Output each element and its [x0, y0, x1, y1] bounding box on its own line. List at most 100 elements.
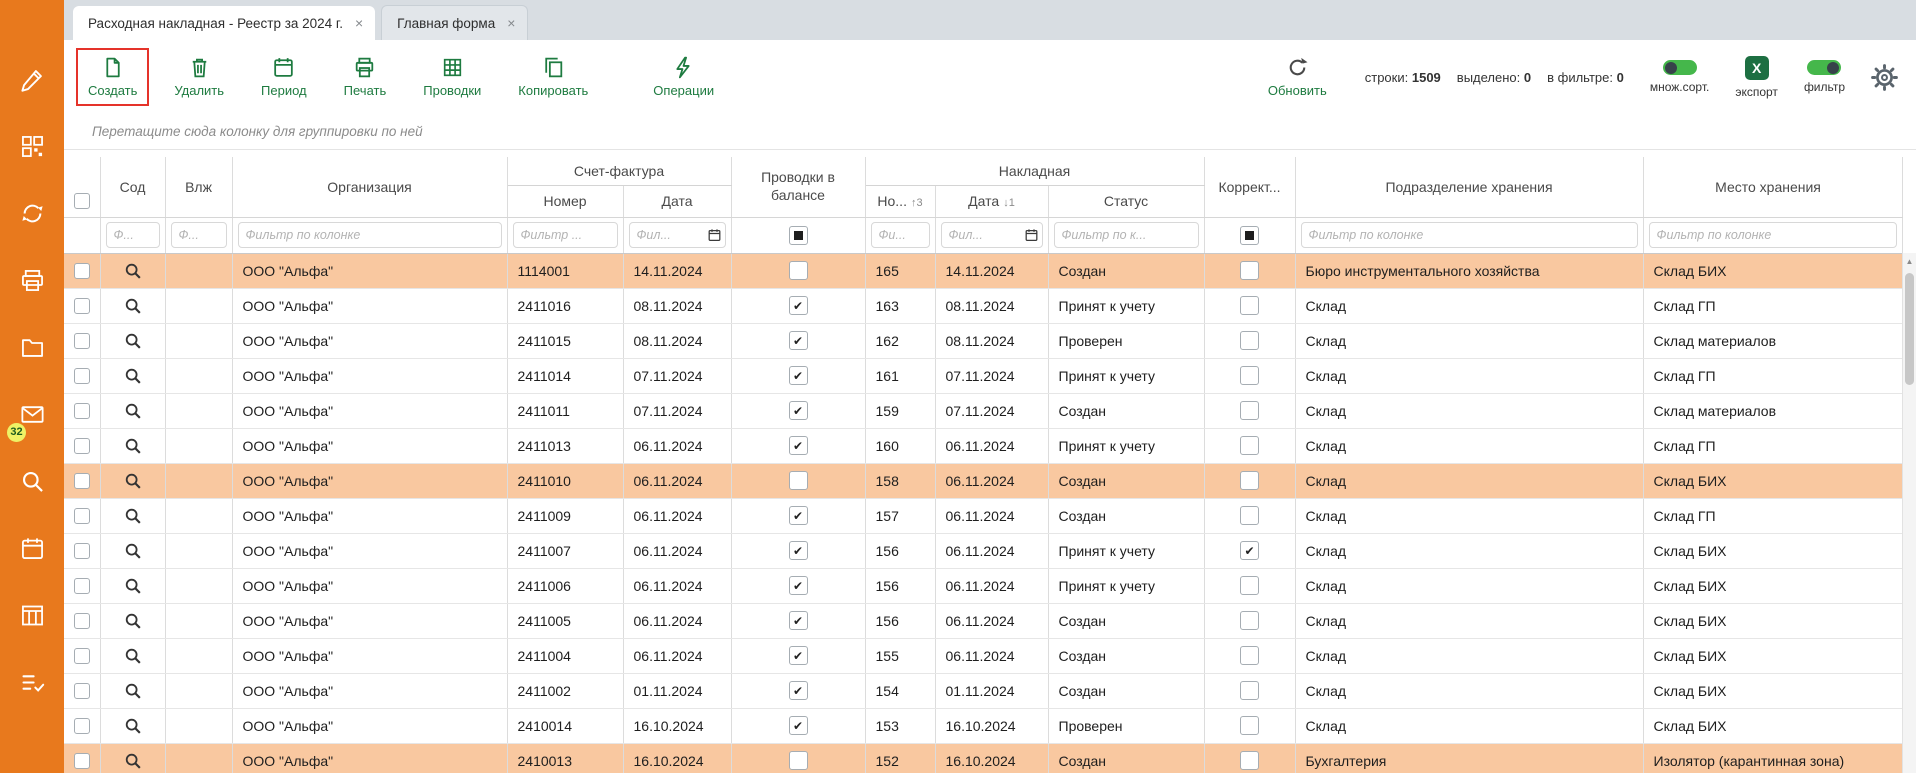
magnifier-icon[interactable] — [124, 717, 142, 735]
row-select-cell[interactable] — [64, 603, 100, 638]
row-select-cell[interactable] — [64, 533, 100, 568]
row-balance-cell[interactable]: ✔ — [731, 603, 865, 638]
row-select-checkbox[interactable] — [74, 263, 90, 279]
magnifier-icon[interactable] — [124, 577, 142, 595]
balance-checkbox[interactable]: ✔ — [789, 716, 808, 735]
row-balance-cell[interactable] — [731, 743, 865, 773]
delete-button[interactable]: Удалить — [162, 48, 236, 106]
filter-organization-input[interactable] — [238, 222, 502, 248]
filter-vlj-input[interactable] — [171, 222, 227, 248]
export-widget[interactable]: X экспорт — [1735, 56, 1778, 99]
copy-button[interactable]: Копировать — [506, 48, 600, 106]
correction-checkbox[interactable] — [1240, 471, 1259, 490]
magnifier-icon[interactable] — [124, 507, 142, 525]
row-correction-cell[interactable] — [1204, 743, 1295, 773]
tab-invoice-registry[interactable]: Расходная накладная - Реестр за 2024 г. … — [73, 6, 375, 40]
row-correction-cell[interactable] — [1204, 498, 1295, 533]
table-row[interactable]: ООО "Альфа" 2411014 07.11.2024 ✔ 161 07.… — [64, 358, 1902, 393]
row-balance-cell[interactable]: ✔ — [731, 708, 865, 743]
magnifier-icon[interactable] — [124, 262, 142, 280]
magnifier-icon[interactable] — [124, 437, 142, 455]
row-select-checkbox[interactable] — [74, 648, 90, 664]
group-by-panel[interactable]: Перетащите сюда колонку для группировки … — [64, 114, 1916, 150]
row-open-cell[interactable] — [100, 568, 165, 603]
column-header-status[interactable]: Статус — [1048, 185, 1204, 217]
filter-waybill-number-input[interactable] — [871, 222, 930, 248]
scroll-up-icon[interactable]: ▲ — [1903, 253, 1916, 266]
correction-checkbox[interactable] — [1240, 646, 1259, 665]
row-open-cell[interactable] — [100, 393, 165, 428]
row-correction-cell[interactable] — [1204, 708, 1295, 743]
row-open-cell[interactable] — [100, 358, 165, 393]
row-select-cell[interactable] — [64, 358, 100, 393]
close-icon[interactable]: × — [507, 16, 515, 30]
table-row[interactable]: ООО "Альфа" 2411007 06.11.2024 ✔ 156 06.… — [64, 533, 1902, 568]
row-correction-cell[interactable] — [1204, 358, 1295, 393]
table-row[interactable]: ООО "Альфа" 2411016 08.11.2024 ✔ 163 08.… — [64, 288, 1902, 323]
row-select-checkbox[interactable] — [74, 613, 90, 629]
row-correction-cell[interactable] — [1204, 463, 1295, 498]
row-correction-cell[interactable] — [1204, 428, 1295, 463]
close-icon[interactable]: × — [355, 16, 363, 30]
row-select-checkbox[interactable] — [74, 718, 90, 734]
row-balance-cell[interactable]: ✔ — [731, 673, 865, 708]
sidebar-item-mail[interactable]: 32 — [0, 381, 64, 448]
magnifier-icon[interactable] — [124, 647, 142, 665]
table-row[interactable]: ООО "Альфа" 1114001 14.11.2024 165 14.11… — [64, 253, 1902, 288]
column-header-sod[interactable]: Сод — [100, 157, 165, 217]
row-select-checkbox[interactable] — [74, 403, 90, 419]
magnifier-icon[interactable] — [124, 542, 142, 560]
balance-checkbox[interactable]: ✔ — [789, 576, 808, 595]
row-open-cell[interactable] — [100, 498, 165, 533]
correction-filter-checkbox[interactable] — [1240, 226, 1259, 245]
column-header-organization[interactable]: Организация — [232, 157, 507, 217]
balance-checkbox[interactable]: ✔ — [789, 296, 808, 315]
calendar-icon[interactable] — [1024, 228, 1039, 243]
row-select-checkbox[interactable] — [74, 473, 90, 489]
row-select-cell[interactable] — [64, 498, 100, 533]
balance-filter-checkbox[interactable] — [789, 226, 808, 245]
sidebar-item-calendar[interactable] — [0, 515, 64, 582]
multisort-widget[interactable]: множ.сорт. — [1650, 60, 1710, 94]
magnifier-icon[interactable] — [124, 752, 142, 770]
filter-widget[interactable]: фильтр — [1804, 60, 1845, 94]
row-select-cell[interactable] — [64, 463, 100, 498]
row-open-cell[interactable] — [100, 323, 165, 358]
row-open-cell[interactable] — [100, 428, 165, 463]
row-correction-cell[interactable] — [1204, 603, 1295, 638]
row-select-cell[interactable] — [64, 288, 100, 323]
row-open-cell[interactable] — [100, 463, 165, 498]
scrollbar-thumb[interactable] — [1905, 273, 1914, 385]
select-all-checkbox[interactable] — [74, 193, 90, 209]
row-select-checkbox[interactable] — [74, 333, 90, 349]
row-select-cell[interactable] — [64, 323, 100, 358]
row-correction-cell[interactable] — [1204, 673, 1295, 708]
correction-checkbox[interactable] — [1240, 436, 1259, 455]
row-open-cell[interactable] — [100, 253, 165, 288]
table-row[interactable]: ООО "Альфа" 2410014 16.10.2024 ✔ 153 16.… — [64, 708, 1902, 743]
column-header-correction[interactable]: Коррект... — [1204, 157, 1295, 217]
row-open-cell[interactable] — [100, 288, 165, 323]
table-row[interactable]: ООО "Альфа" 2411015 08.11.2024 ✔ 162 08.… — [64, 323, 1902, 358]
row-select-cell[interactable] — [64, 253, 100, 288]
balance-checkbox[interactable] — [789, 261, 808, 280]
table-row[interactable]: ООО "Альфа" 2411010 06.11.2024 158 06.11… — [64, 463, 1902, 498]
sidebar-item-sync[interactable] — [0, 180, 64, 247]
correction-checkbox[interactable] — [1240, 751, 1259, 770]
row-open-cell[interactable] — [100, 743, 165, 773]
row-correction-cell[interactable] — [1204, 568, 1295, 603]
column-header-waybill-number[interactable]: Но...↑3 — [865, 185, 935, 217]
row-open-cell[interactable] — [100, 673, 165, 708]
balance-checkbox[interactable]: ✔ — [789, 401, 808, 420]
multisort-toggle[interactable] — [1663, 60, 1697, 75]
magnifier-icon[interactable] — [124, 472, 142, 490]
row-open-cell[interactable] — [100, 603, 165, 638]
balance-checkbox[interactable]: ✔ — [789, 506, 808, 525]
filter-location-input[interactable] — [1649, 222, 1897, 248]
balance-checkbox[interactable]: ✔ — [789, 611, 808, 630]
row-balance-cell[interactable] — [731, 463, 865, 498]
operations-button[interactable]: Операции — [641, 48, 726, 106]
correction-checkbox[interactable] — [1240, 366, 1259, 385]
column-header-vlj[interactable]: Влж — [165, 157, 232, 217]
table-row[interactable]: ООО "Альфа" 2410013 16.10.2024 152 16.10… — [64, 743, 1902, 773]
